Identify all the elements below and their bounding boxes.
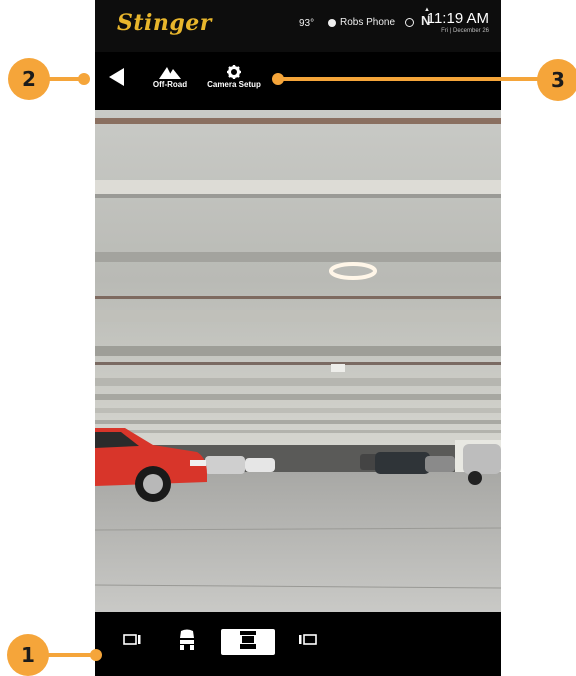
side-right-view-icon <box>297 633 317 652</box>
offroad-button[interactable]: Off-Road <box>150 64 190 89</box>
camera-setup-button[interactable]: Camera Setup <box>205 64 263 89</box>
temperature-readout: 93° <box>299 18 315 29</box>
callout-badge-1: 1 <box>7 634 49 676</box>
clock: 11:19 AM Fri | December 26 <box>427 10 489 34</box>
gear-icon <box>205 64 263 80</box>
view-button-front[interactable] <box>167 628 207 656</box>
view-button-top[interactable] <box>221 629 275 655</box>
parking-garage-image <box>95 110 501 612</box>
callout-dot-3 <box>272 73 284 85</box>
head-unit-screen: Stinger 93° Robs Phone ▲ N 11:19 AM Fri |… <box>95 0 501 676</box>
clock-date: Fri | December 26 <box>441 28 489 34</box>
mountain-icon <box>150 64 190 80</box>
callout-dot-1 <box>90 649 102 661</box>
clock-time: 11:19 AM <box>426 10 489 27</box>
back-button[interactable] <box>109 68 124 86</box>
callout-line-2 <box>48 77 82 81</box>
callout-badge-2: 2 <box>8 58 50 100</box>
view-button-side-right[interactable] <box>287 628 327 656</box>
camera-setup-label: Camera Setup <box>207 80 261 89</box>
camera-view-selector <box>95 612 501 676</box>
callout-line-3 <box>280 77 540 81</box>
radio-status-icon <box>405 18 415 27</box>
phone-name: Robs Phone <box>340 17 396 28</box>
car-front-view-icon <box>178 629 196 656</box>
offroad-label: Off-Road <box>152 80 188 89</box>
status-bar: Stinger 93° Robs Phone ▲ N 11:19 AM Fri |… <box>95 0 501 52</box>
view-button-rear-side[interactable] <box>113 628 153 656</box>
callout-dot-2 <box>78 73 90 85</box>
phone-connected-icon <box>328 18 336 27</box>
phone-status: Robs Phone <box>328 17 415 28</box>
car-top-view-icon <box>239 630 257 655</box>
brand-logo: Stinger <box>117 10 212 36</box>
camera-feed <box>95 110 501 612</box>
callout-badge-3: 3 <box>537 59 576 101</box>
camera-toolbar: Off-Road Camera Setup <box>95 52 501 110</box>
rear-side-view-icon <box>123 633 143 652</box>
callout-line-1 <box>46 653 96 657</box>
